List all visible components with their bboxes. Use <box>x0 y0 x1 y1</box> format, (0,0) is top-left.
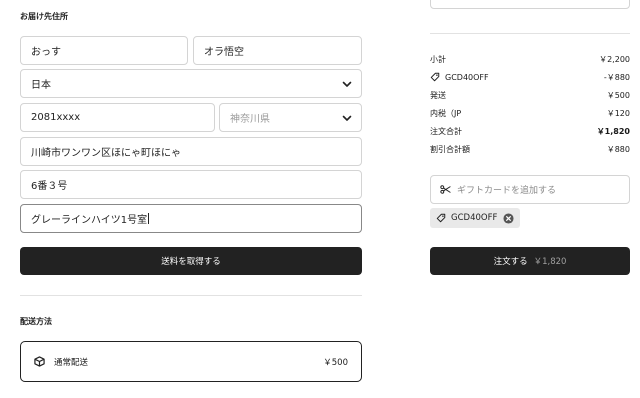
divider <box>430 33 630 34</box>
divider <box>20 295 362 296</box>
chevron-down-icon <box>342 115 352 121</box>
city-address-value: 川崎市ワンワン区ほにゃ町ほにゃ <box>31 148 181 159</box>
summary-row-total: 注文合計 ￥1,820 <box>430 125 630 137</box>
shipping-method-option[interactable]: 通常配送 ￥500 <box>20 341 362 382</box>
tax-value: ￥120 <box>606 108 630 118</box>
total-value: ￥1,820 <box>596 126 630 136</box>
place-order-label: 注文する <box>493 257 528 267</box>
discount-value: -￥880 <box>603 72 630 82</box>
subtotal-label: 小計 <box>430 54 446 64</box>
city-address-field[interactable]: 川崎市ワンワン区ほにゃ町ほにゃ <box>20 137 362 166</box>
get-shipping-button[interactable]: 送料を取得する <box>20 247 362 275</box>
summary-row-discount-total: 割引合計額 ￥880 <box>430 143 630 155</box>
subtotal-value: ￥2,200 <box>599 54 630 64</box>
tax-label: 内税（JP <box>430 108 462 118</box>
summary-row-tax: 内税（JP ￥120 <box>430 107 630 119</box>
chevron-down-icon <box>342 81 352 87</box>
shipping-label: 発送 <box>430 90 446 100</box>
total-label: 注文合計 <box>430 126 462 136</box>
last-name-field[interactable]: オラ悟空 <box>193 36 362 65</box>
discount-total-label: 割引合計額 <box>430 144 470 154</box>
close-circle-icon[interactable] <box>503 212 514 224</box>
summary-row-discount: GCD40OFF -￥880 <box>430 71 630 83</box>
discount-label: GCD40OFF <box>445 72 489 82</box>
prefecture-select[interactable]: 神奈川県 <box>219 103 362 132</box>
scissors-icon <box>440 185 451 194</box>
tag-icon <box>436 213 446 223</box>
shipping-method-price: ￥500 <box>323 357 348 368</box>
street-field[interactable]: 6番３号 <box>20 170 362 199</box>
address-section-title: お届け先住所 <box>20 12 68 21</box>
postal-code-value: 2081xxxx <box>31 112 81 123</box>
get-shipping-label: 送料を取得する <box>161 257 221 267</box>
applied-discount-chip: GCD40OFF <box>430 208 520 228</box>
gift-card-input[interactable]: ギフトカードを追加する <box>430 175 630 204</box>
gift-card-placeholder: ギフトカードを追加する <box>457 186 557 196</box>
applied-discount-code: GCD40OFF <box>451 213 498 223</box>
building-value: グレーラインハイツ1号室 <box>31 215 148 226</box>
discount-total-value: ￥880 <box>606 144 630 154</box>
building-field[interactable]: グレーラインハイツ1号室 <box>20 204 362 233</box>
first-name-value: おっす <box>31 47 61 58</box>
shipping-value: ￥500 <box>606 90 630 100</box>
last-name-value: オラ悟空 <box>204 47 244 58</box>
summary-row-subtotal: 小計 ￥2,200 <box>430 53 630 65</box>
street-value: 6番３号 <box>31 181 68 192</box>
shipping-method-label: 通常配送 <box>54 357 89 368</box>
postal-code-field[interactable]: 2081xxxx <box>20 103 215 132</box>
place-order-total: ￥1,820 <box>533 257 567 267</box>
place-order-button[interactable]: 注文する ￥1,820 <box>430 247 630 275</box>
country-value: 日本 <box>31 80 51 91</box>
prefecture-placeholder: 神奈川県 <box>230 114 270 125</box>
box-icon <box>34 356 45 367</box>
tag-icon <box>430 72 440 82</box>
shipping-section-title: 配送方法 <box>20 317 52 326</box>
text-caret <box>148 213 150 224</box>
country-select[interactable]: 日本 <box>20 69 362 98</box>
summary-row-shipping: 発送 ￥500 <box>430 89 630 101</box>
first-name-field[interactable]: おっす <box>20 36 188 65</box>
discount-code-input[interactable] <box>430 0 630 9</box>
